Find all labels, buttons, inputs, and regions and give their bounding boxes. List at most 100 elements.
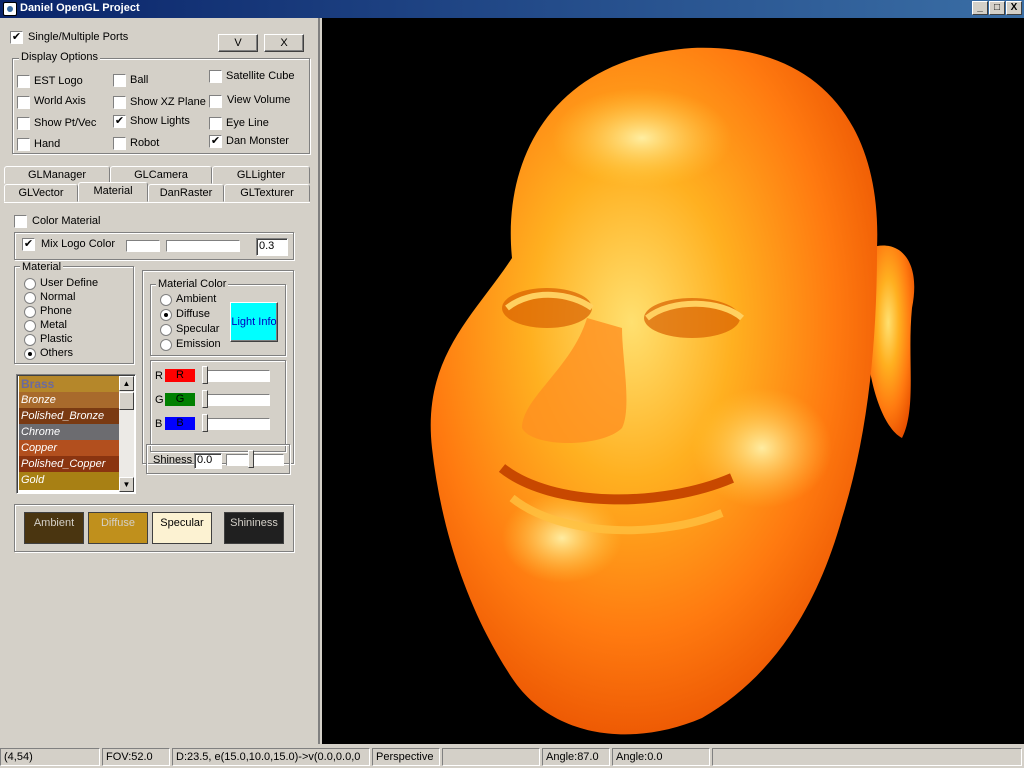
radio-emission-label: Emission <box>176 338 221 350</box>
show-xz-plane-label: Show XZ Plane <box>130 96 206 108</box>
mix-logo-label: Mix Logo Color <box>41 238 115 250</box>
radio-user-define[interactable] <box>24 278 36 290</box>
status-filler-pane <box>712 748 1022 766</box>
scroll-down-icon[interactable]: ▼ <box>119 477 134 492</box>
v-button[interactable]: V <box>218 34 258 52</box>
diffuse-swatch[interactable]: Diffuse <box>88 512 148 544</box>
close-button[interactable]: X <box>1006 1 1022 15</box>
list-item-label: Copper <box>21 442 58 454</box>
status-coords: (4,54) <box>0 748 100 766</box>
g-label: G <box>155 394 164 406</box>
r-slider-thumb[interactable] <box>202 366 208 384</box>
b-slider-thumb[interactable] <box>202 414 208 432</box>
list-item[interactable]: Polished_Bronze <box>19 408 119 424</box>
radio-diffuse-label: Diffuse <box>176 308 211 320</box>
show-pt-vec-checkbox[interactable] <box>17 117 30 130</box>
radio-plastic-label: Plastic <box>40 333 73 345</box>
control-panel: ✔ Single/Multiple Ports V X Display Opti… <box>0 18 320 744</box>
g-slider[interactable] <box>204 394 270 406</box>
radio-others-label: Others <box>40 347 74 359</box>
list-item[interactable]: Polished_Copper <box>19 456 119 472</box>
list-item[interactable]: Bronze <box>19 392 119 408</box>
mix-logo-slider[interactable] <box>166 240 240 252</box>
mix-logo-checkbox[interactable]: ✔ <box>22 238 35 251</box>
shiness-slider-thumb[interactable] <box>248 450 254 468</box>
shiness-slider[interactable] <box>226 454 284 466</box>
radio-normal[interactable] <box>24 292 36 304</box>
shininess-swatch[interactable]: Shininess <box>224 512 284 544</box>
tab-danraster[interactable]: DanRaster <box>148 184 224 202</box>
g-color-box: G <box>165 393 195 406</box>
eye-line-checkbox[interactable] <box>209 117 222 130</box>
radio-phone[interactable] <box>24 306 36 318</box>
hand-checkbox[interactable] <box>17 138 30 151</box>
list-item[interactable]: Chrome <box>19 424 119 440</box>
eye-line-label: Eye Line <box>226 117 269 129</box>
tab-glvector[interactable]: GLVector <box>4 184 78 202</box>
radio-specular[interactable] <box>160 324 172 336</box>
shiness-label: Shiness <box>153 454 193 466</box>
tab-material[interactable]: Material <box>78 182 148 202</box>
ports-checkbox[interactable]: ✔ <box>10 31 23 44</box>
robot-checkbox[interactable] <box>113 137 126 150</box>
list-item[interactable]: Gold <box>19 472 119 490</box>
scroll-up-icon[interactable]: ▲ <box>119 376 134 391</box>
g-slider-thumb[interactable] <box>202 390 208 408</box>
r-slider[interactable] <box>204 370 270 382</box>
r-label: R <box>155 370 163 382</box>
list-item[interactable]: Copper <box>19 440 119 456</box>
b-slider[interactable] <box>204 418 270 430</box>
ambient-swatch[interactable]: Ambient <box>24 512 84 544</box>
b-color-box: B <box>165 417 195 430</box>
maximize-button[interactable]: □ <box>989 1 1005 15</box>
est-logo-label: EST Logo <box>34 75 83 87</box>
list-scrollbar[interactable]: ▲ ▼ <box>119 376 134 492</box>
ball-checkbox[interactable] <box>113 74 126 87</box>
world-axis-checkbox[interactable] <box>17 96 30 109</box>
list-item[interactable]: Brass <box>19 376 119 392</box>
radio-normal-label: Normal <box>40 291 76 303</box>
dan-monster-checkbox[interactable]: ✔ <box>209 135 222 148</box>
scroll-thumb[interactable] <box>119 392 134 410</box>
world-axis-label: World Axis <box>34 95 86 107</box>
radio-metal[interactable] <box>24 320 36 332</box>
view-volume-label: View Volume <box>227 94 291 106</box>
mix-value-field[interactable]: 0.3 <box>256 238 288 256</box>
show-xz-plane-checkbox[interactable] <box>113 96 126 109</box>
x-button[interactable]: X <box>264 34 304 52</box>
window-title: Daniel OpenGL Project <box>20 2 140 14</box>
est-logo-checkbox[interactable] <box>17 75 30 88</box>
radio-emission[interactable] <box>160 339 172 351</box>
material-color-title: Material Color <box>156 278 229 290</box>
list-item-label: Polished_Bronze <box>21 410 105 422</box>
material-list[interactable]: Brass Bronze Polished_Bronze Chrome Copp… <box>16 374 136 494</box>
title-bar: Daniel OpenGL Project _ □ X <box>0 0 1024 18</box>
opengl-viewport[interactable] <box>322 18 1024 744</box>
color-material-checkbox[interactable] <box>14 215 27 228</box>
dan-monster-label: Dan Monster <box>226 135 289 147</box>
radio-specular-label: Specular <box>176 323 220 335</box>
material-group-title: Material <box>20 261 64 273</box>
view-volume-checkbox[interactable] <box>209 95 222 108</box>
shiness-value-field[interactable]: 0.0 <box>194 453 222 469</box>
app-icon <box>3 2 17 16</box>
mix-logo-color-box[interactable] <box>126 240 160 252</box>
list-item-label: Polished_Copper <box>21 458 106 470</box>
tab-gllighter[interactable]: GLLighter <box>212 166 310 184</box>
show-lights-checkbox[interactable]: ✔ <box>113 115 126 128</box>
minimize-button[interactable]: _ <box>972 1 988 15</box>
radio-plastic[interactable] <box>24 334 36 346</box>
specular-swatch[interactable]: Specular <box>152 512 212 544</box>
show-lights-label: Show Lights <box>130 115 190 127</box>
status-angle-2: Angle:0.0 <box>612 748 710 766</box>
status-bar: (4,54) FOV:52.0 D:23.5, e(15.0,10.0,15.0… <box>0 746 1024 768</box>
radio-ambient[interactable] <box>160 294 172 306</box>
radio-others[interactable] <box>24 348 36 360</box>
satellite-cube-checkbox[interactable] <box>209 70 222 83</box>
tab-panel-edge <box>4 202 310 203</box>
status-angle-1: Angle:87.0 <box>542 748 610 766</box>
show-pt-vec-label: Show Pt/Vec <box>34 117 97 129</box>
radio-diffuse[interactable] <box>160 309 172 321</box>
light-info-button[interactable]: Light Info <box>230 302 278 342</box>
tab-gltexturer[interactable]: GLTexturer <box>224 184 310 202</box>
